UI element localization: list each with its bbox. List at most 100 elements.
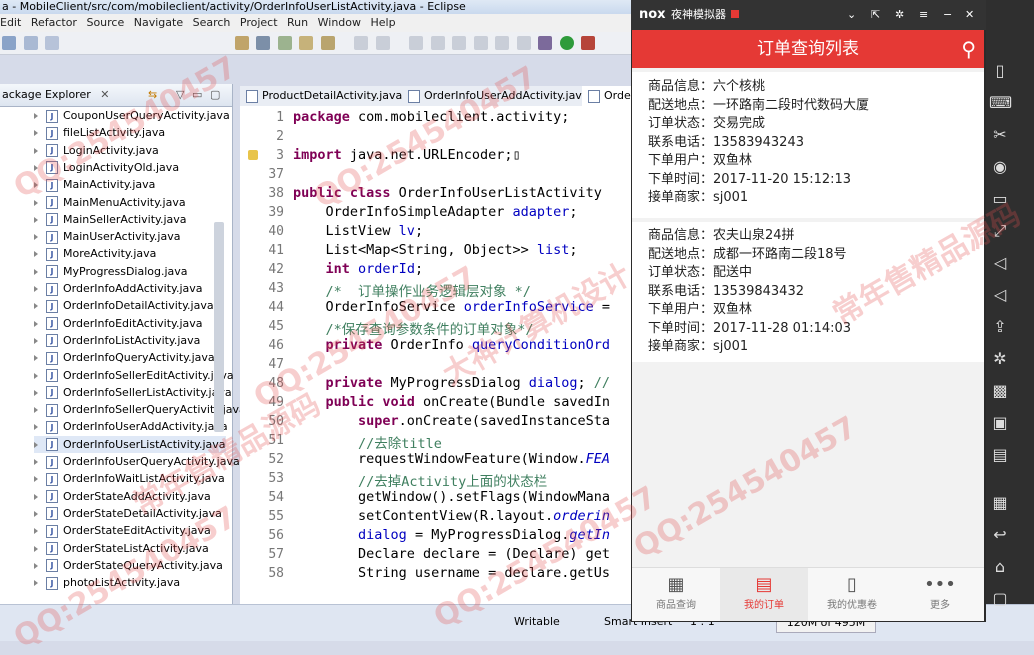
record-icon[interactable]: ▣ <box>989 412 1011 434</box>
close-icon[interactable]: ✕ <box>100 88 109 101</box>
nav-more[interactable]: ••• 更多 <box>896 568 984 621</box>
back-icon[interactable]: ↩ <box>989 524 1011 546</box>
expand-arrow-icon[interactable] <box>34 268 38 275</box>
trash-icon[interactable]: ▯ <box>989 60 1011 82</box>
screenshot-icon[interactable]: ▩ <box>989 380 1011 402</box>
multi-instance-icon[interactable]: ▤ <box>989 444 1011 466</box>
close-icon[interactable]: ✕ <box>965 0 974 30</box>
tab-product-detail[interactable]: ProductDetailActivity.java <box>240 86 417 106</box>
tree-scrollbar[interactable] <box>214 222 224 432</box>
expand-arrow-icon[interactable] <box>34 320 38 327</box>
step-over-icon[interactable] <box>516 36 531 50</box>
fullscreen-icon[interactable]: ⤢ <box>989 220 1011 242</box>
sync-icon[interactable] <box>375 36 390 50</box>
expand-arrow-icon[interactable] <box>34 407 38 414</box>
expand-arrow-icon[interactable] <box>34 216 38 223</box>
expand-arrow-icon[interactable] <box>34 303 38 310</box>
android-sdk-icon[interactable] <box>234 36 249 50</box>
disconnect-icon[interactable] <box>473 36 488 50</box>
menu-project[interactable]: Project <box>240 16 278 29</box>
file-tree-item[interactable]: J MyProgressDialog.java <box>34 263 188 280</box>
stop-icon[interactable] <box>452 36 466 50</box>
expand-arrow-icon[interactable] <box>34 493 38 500</box>
menu-source[interactable]: Source <box>86 16 124 29</box>
file-tree-item[interactable]: J OrderInfoUserAddActivity.java <box>34 418 228 435</box>
nav-product-query[interactable]: ▦ 商品查询 <box>632 568 720 621</box>
expand-arrow-icon[interactable] <box>34 459 38 465</box>
file-tree-item[interactable]: J OrderStateAddActivity.java <box>34 488 211 505</box>
expand-arrow-icon[interactable] <box>34 182 38 189</box>
tab-order-info-user-add[interactable]: OrderInfoUserAddActivity.java <box>402 86 593 106</box>
debug-icon[interactable] <box>538 36 552 50</box>
maximize-icon[interactable]: ▢ <box>210 84 220 106</box>
step-into-icon[interactable] <box>495 36 509 50</box>
pin-icon[interactable]: ⇱ <box>871 0 880 30</box>
search-icon[interactable]: ⚲ <box>961 30 976 68</box>
location-icon[interactable]: ◉ <box>989 156 1011 178</box>
expand-arrow-icon[interactable] <box>34 580 38 587</box>
warning-icon[interactable] <box>248 150 258 160</box>
expand-arrow-icon[interactable] <box>34 510 38 517</box>
volume-up-icon[interactable]: ◁ <box>989 252 1011 274</box>
menu-search[interactable]: Search <box>193 16 231 29</box>
edit-icon[interactable] <box>299 36 313 50</box>
file-tree-item[interactable]: J CouponUserQueryActivity.java <box>34 107 230 124</box>
keyboard-icon[interactable]: ⌨ <box>989 92 1012 114</box>
view-menu-icon[interactable]: ▽ <box>176 84 184 106</box>
expand-arrow-icon[interactable] <box>34 113 38 119</box>
expand-arrow-icon[interactable] <box>34 424 38 431</box>
file-tree-item[interactable]: J MoreActivity.java <box>34 245 156 262</box>
file-tree-item[interactable]: J OrderStateListActivity.java <box>34 540 209 557</box>
file-tree-item[interactable]: J OrderInfoAddActivity.java <box>34 280 203 297</box>
external-tools-icon[interactable] <box>581 36 595 50</box>
file-tree-item[interactable]: J OrderInfoSellerEditActivity.java <box>34 367 234 384</box>
expand-arrow-icon[interactable] <box>34 337 38 344</box>
chevron-down-icon[interactable]: ⌄ <box>847 0 856 30</box>
step-icon[interactable] <box>409 36 423 50</box>
recent-apps-icon[interactable]: ▢ <box>989 588 1011 608</box>
expand-arrow-icon[interactable] <box>34 372 38 379</box>
menu-refactor[interactable]: Refactor <box>31 16 77 29</box>
expand-arrow-icon[interactable] <box>34 234 38 241</box>
file-tree-item[interactable]: J OrderInfoSellerListActivity.java <box>34 384 232 401</box>
minimize-icon[interactable]: − <box>943 0 952 30</box>
format-icon[interactable] <box>320 36 335 50</box>
expand-arrow-icon[interactable] <box>34 528 38 535</box>
shake-icon[interactable]: ✲ <box>989 348 1011 370</box>
expand-arrow-icon[interactable] <box>34 355 38 362</box>
expand-arrow-icon[interactable] <box>34 199 38 206</box>
expand-arrow-icon[interactable] <box>34 130 38 137</box>
expand-arrow-icon[interactable] <box>34 164 38 171</box>
menu-run[interactable]: Run <box>287 16 308 29</box>
file-tree-item[interactable]: J OrderInfoQueryActivity.java <box>34 349 215 366</box>
new-icon[interactable] <box>2 36 16 50</box>
expand-arrow-icon[interactable] <box>34 562 38 569</box>
print-icon[interactable] <box>45 36 59 50</box>
file-tree-item[interactable]: J OrderInfoUserQueryActivity.java <box>34 453 240 470</box>
pause-icon[interactable] <box>430 36 445 50</box>
home-icon[interactable]: ⌂ <box>989 556 1011 578</box>
file-tree-item[interactable]: J OrderInfoDetailActivity.java <box>34 297 214 314</box>
file-tree-item[interactable]: J LoginActivity.java <box>34 142 159 159</box>
settings-icon[interactable]: ✲ <box>895 0 904 30</box>
menu-window[interactable]: Window <box>318 16 361 29</box>
file-tree-item[interactable]: JfileListActivity.java <box>34 124 165 141</box>
file-tree-item[interactable]: JphotoListActivity.java <box>34 574 180 591</box>
file-tree-item[interactable]: J OrderStateQueryActivity.java <box>34 557 223 574</box>
volume-down-icon[interactable]: ◁ <box>989 284 1011 306</box>
link-editor-icon[interactable]: ⇆ <box>148 84 157 106</box>
file-tree-item[interactable]: J MainActivity.java <box>34 176 155 193</box>
nav-my-coupons[interactable]: ▯ 我的优惠卷 <box>808 568 896 621</box>
menu-help[interactable]: Help <box>371 16 396 29</box>
screen-icon[interactable]: ▭ <box>989 188 1011 210</box>
file-tree-item[interactable]: J OrderStateEditActivity.java <box>34 522 211 539</box>
expand-arrow-icon[interactable] <box>34 441 38 448</box>
expand-arrow-icon[interactable] <box>34 251 38 258</box>
checklist-icon[interactable] <box>277 36 292 50</box>
menu-icon[interactable]: ≡ <box>919 0 928 30</box>
expand-arrow-icon[interactable] <box>34 147 38 154</box>
save-icon[interactable] <box>23 36 38 50</box>
avd-icon[interactable] <box>256 36 270 50</box>
file-tree-item[interactable]: J OrderInfoUserListActivity.java <box>34 435 226 453</box>
file-tree-item[interactable]: J MainMenuActivity.java <box>34 194 186 211</box>
